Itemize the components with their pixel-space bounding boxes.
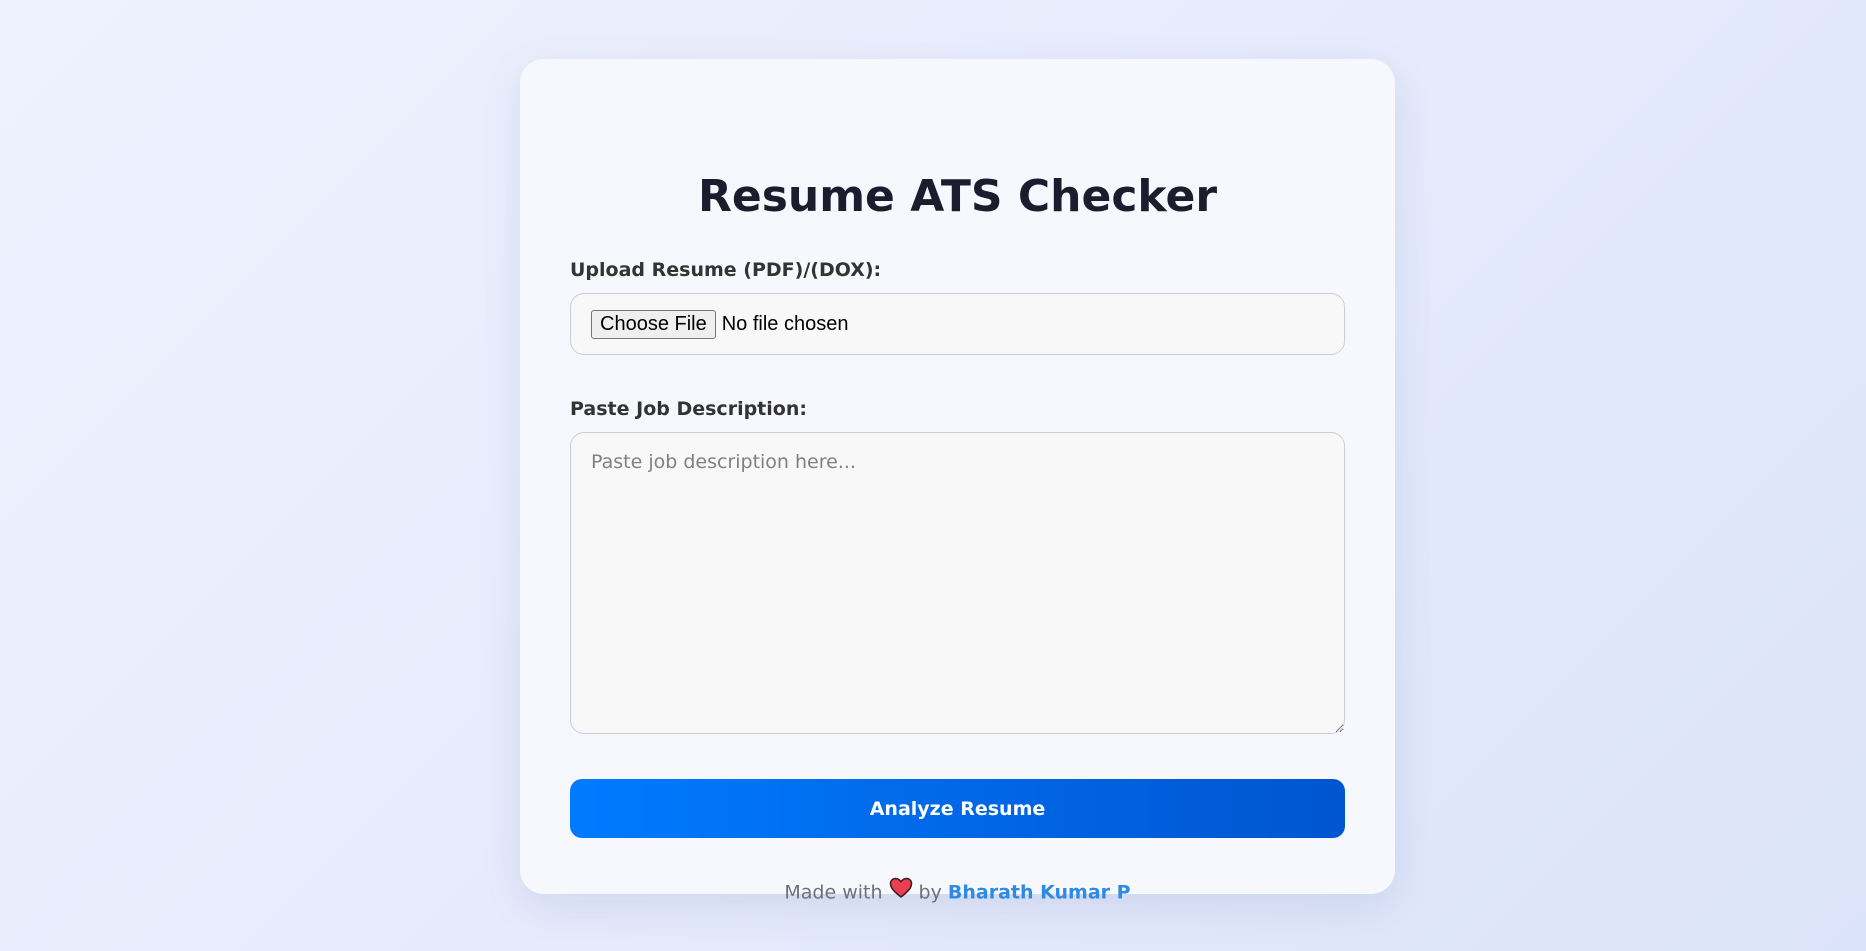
- heart-icon: [889, 877, 913, 905]
- footer-by: by: [918, 881, 948, 904]
- resume-file-input[interactable]: Choose File No file chosen: [570, 293, 1345, 355]
- checker-card: Resume ATS Checker Upload Resume (PDF)/(…: [520, 59, 1395, 904]
- author-link[interactable]: Bharath Kumar P: [948, 882, 1131, 904]
- job-description-label: Paste Job Description:: [570, 398, 807, 420]
- footer-credit: Made with by Bharath Kumar P: [520, 877, 1395, 907]
- job-description-textarea[interactable]: [570, 432, 1345, 734]
- choose-file-button[interactable]: Choose File: [591, 309, 716, 339]
- footer-made-with: Made with: [784, 881, 883, 904]
- page-title: Resume ATS Checker: [697, 171, 1218, 222]
- file-status-text: No file chosen: [721, 312, 849, 335]
- analyze-resume-button[interactable]: Analyze Resume: [570, 779, 1345, 838]
- upload-resume-label: Upload Resume (PDF)/(DOX):: [570, 259, 882, 281]
